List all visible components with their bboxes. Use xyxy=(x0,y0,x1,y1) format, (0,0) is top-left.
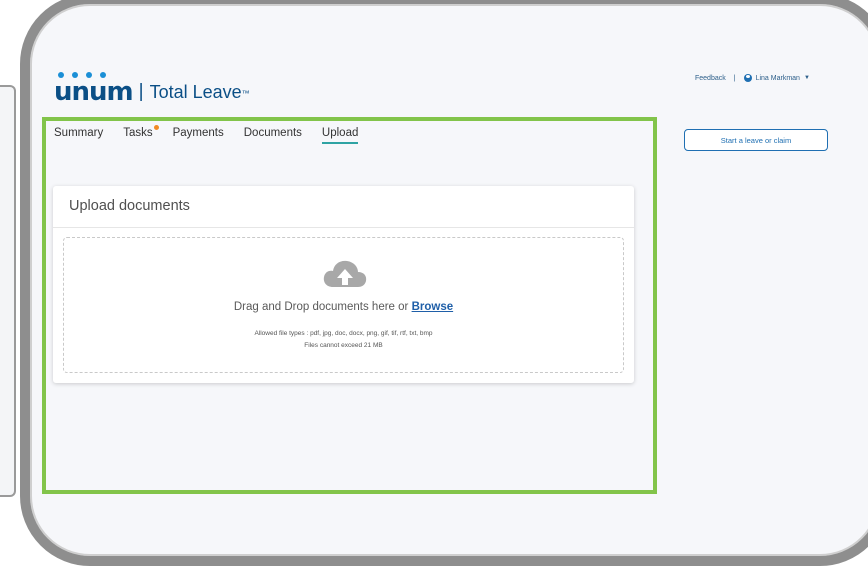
logo-separator: | xyxy=(138,81,144,102)
unum-logo[interactable]: unum | Total Leave ™ xyxy=(54,72,250,107)
user-circle-icon xyxy=(743,74,752,82)
topbar-separator: | xyxy=(733,74,736,82)
logo-dots xyxy=(54,72,124,80)
logo-word-text: unum xyxy=(54,77,134,107)
trademark: ™ xyxy=(241,89,250,98)
highlight-box xyxy=(42,117,657,494)
adjacent-frame-edge xyxy=(0,85,16,497)
app-screen: unum | Total Leave ™ Feedback | Lina Mar… xyxy=(30,10,868,556)
device-frame: unum | Total Leave ™ Feedback | Lina Mar… xyxy=(20,0,868,566)
feedback-link[interactable]: Feedback xyxy=(695,75,726,82)
chevron-down-icon[interactable]: ▼ xyxy=(804,75,810,81)
top-utility-bar: Feedback | Lina Markman ▼ xyxy=(695,74,810,82)
start-leave-button[interactable]: Start a leave or claim xyxy=(684,129,828,151)
logo-word: unum xyxy=(54,72,134,107)
user-menu[interactable]: Lina Markman xyxy=(756,75,800,82)
product-name: Total Leave xyxy=(149,82,242,102)
